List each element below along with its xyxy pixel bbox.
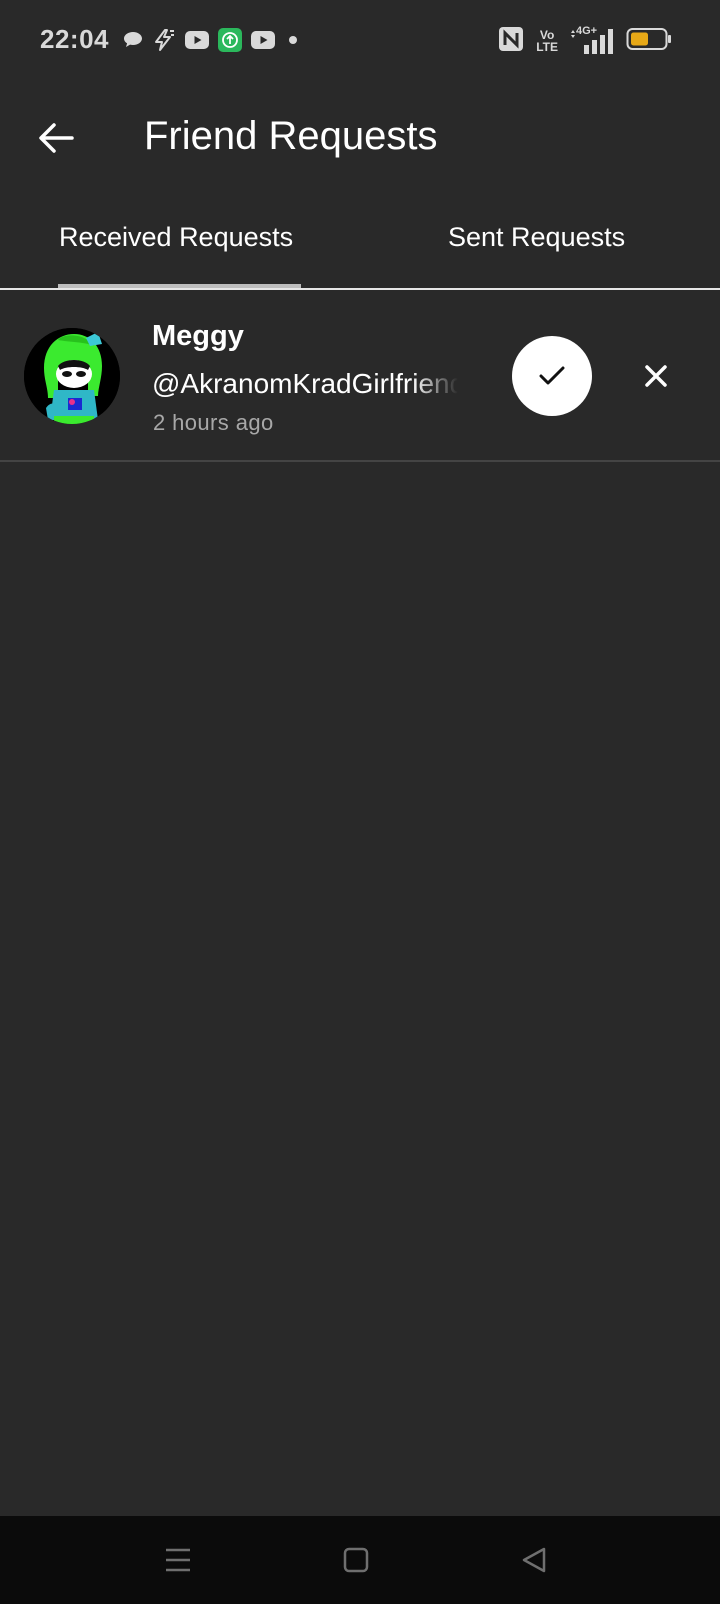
youtube-icon (250, 30, 276, 55)
dot-icon (284, 31, 302, 54)
check-icon (539, 366, 565, 385)
menu-icon (166, 1548, 190, 1572)
recent-apps-button[interactable] (158, 1540, 198, 1580)
battery-icon (626, 27, 672, 56)
nfc-icon (498, 26, 524, 57)
request-timestamp: 2 hours ago (153, 410, 274, 435)
back-triangle-icon (522, 1547, 546, 1573)
status-bar: 22:04 Vo LTE 4G+ (0, 0, 720, 84)
avatar[interactable] (24, 328, 120, 424)
arrow-left-icon (39, 123, 74, 153)
volte-icon: Vo LTE (536, 29, 558, 53)
signal-4g-icon: 4G+ (570, 25, 614, 55)
tab-sent-requests[interactable]: Sent Requests (448, 222, 625, 253)
upload-app-icon (218, 27, 242, 57)
status-time: 22:04 (40, 24, 109, 54)
zap-icon (152, 28, 176, 57)
tab-received-requests[interactable]: Received Requests (59, 222, 293, 253)
decline-request-button[interactable] (632, 346, 680, 406)
status-system-icons: Vo LTE 4G+ (498, 25, 672, 57)
request-tabs: Received Requests Sent Requests (0, 200, 720, 290)
accept-request-button[interactable] (512, 336, 592, 416)
page-title: Friend Requests (144, 114, 438, 158)
requester-name: Meggy (152, 320, 244, 352)
chat-bubble-icon (122, 30, 144, 55)
youtube-icon (184, 30, 210, 55)
system-navigation-bar (0, 1516, 720, 1604)
status-notification-icons (122, 27, 302, 57)
system-back-button[interactable] (514, 1540, 554, 1580)
requester-handle: @AkranomKradGirlfriend (152, 368, 458, 399)
app-header: Friend Requests (0, 100, 720, 180)
volte-bottom-label: LTE (536, 40, 558, 54)
home-button[interactable] (336, 1540, 376, 1580)
home-square-icon (343, 1547, 369, 1573)
friend-requests-screen: 22:04 Vo LTE 4G+ Friend Requests Receive… (0, 0, 720, 1604)
list-item[interactable]: Meggy @AkranomKradGirlfriend 2 hours ago (0, 292, 720, 462)
tabs-divider (0, 288, 720, 290)
close-icon (645, 365, 667, 387)
back-button[interactable] (30, 112, 82, 164)
